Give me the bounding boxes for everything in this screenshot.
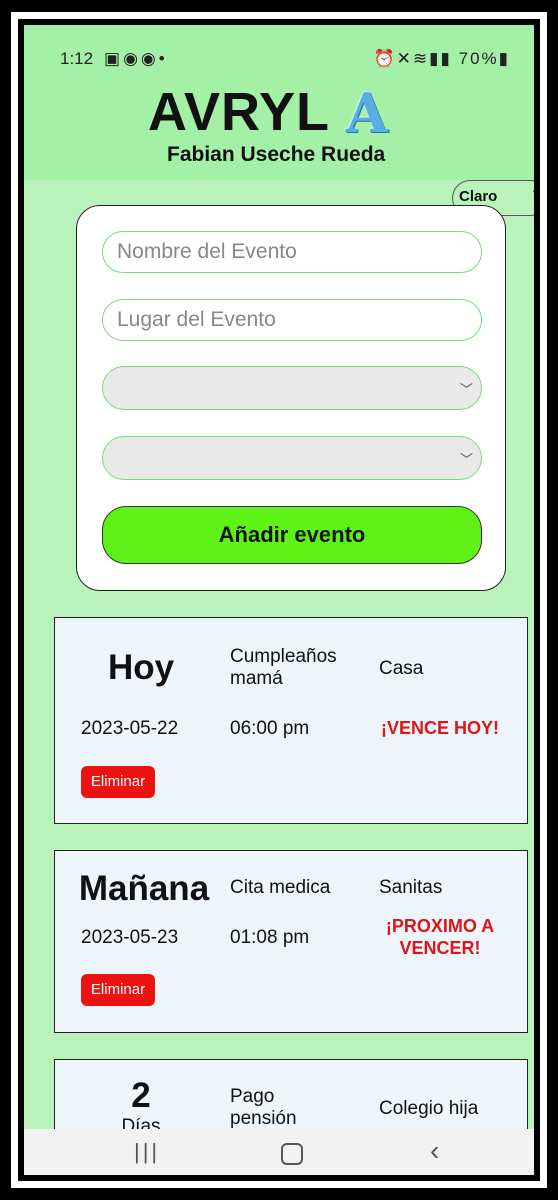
alarm-icon: ⏰ <box>373 49 397 68</box>
delete-button[interactable]: Eliminar <box>81 766 155 798</box>
event-date: 2023-05-23 <box>81 927 179 948</box>
system-nav-bar: ||| ‹ <box>24 1129 534 1175</box>
event-name: Cita medica <box>230 877 331 898</box>
delete-button[interactable]: Eliminar <box>81 974 155 1006</box>
event-name: Pago pensión <box>230 1086 297 1129</box>
status-time: 1:12 <box>60 49 94 68</box>
logo-icon: A <box>346 81 388 145</box>
event-time-select[interactable]: ﹀ <box>102 436 482 480</box>
event-place: Sanitas <box>379 877 443 898</box>
back-icon[interactable]: ‹ <box>430 1135 439 1167</box>
author-name: Fabian Useche Rueda <box>167 143 386 166</box>
battery-level: 70% <box>458 49 499 68</box>
event-day: Mañana <box>78 869 210 908</box>
wifi-icon: ≋ <box>412 49 430 68</box>
event-time: 01:08 pm <box>230 927 310 948</box>
event-name: Cumpleaños mamá <box>230 646 337 689</box>
event-place-input[interactable] <box>102 299 482 341</box>
chrome-icon: ◉ <box>123 49 141 68</box>
event-date-select[interactable]: ﹀ <box>102 366 482 410</box>
recent-apps-icon[interactable]: ||| <box>134 1139 160 1165</box>
dot-icon: • <box>158 49 168 68</box>
chevron-down-icon: ﹀ <box>459 382 473 397</box>
system-icons: ⏰✕≋▮▮ 70%▮ <box>373 49 510 69</box>
event-status: ¡VENCE HOY! <box>380 718 499 738</box>
app-screen: 1:12 ▣◉◉• ⏰✕≋▮▮ 70%▮ AVRYL A Fabian Usec… <box>24 25 534 1175</box>
chevron-down-icon: ﹀ <box>459 452 473 467</box>
home-icon[interactable] <box>281 1143 303 1165</box>
event-place: Casa <box>379 658 424 679</box>
chrome-icon: ◉ <box>140 49 159 68</box>
theme-select-value: Claro <box>459 188 498 205</box>
event-card: Mañana Cita medica Sanitas 2023-05-23 01… <box>54 850 528 1033</box>
event-time: 06:00 pm <box>230 718 310 739</box>
event-status: ¡PROXIMO A VENCER! <box>385 916 495 958</box>
event-form: ﹀ ﹀ Añadir evento <box>76 205 506 591</box>
event-day: 2 <box>131 1076 151 1115</box>
event-date: 2023-05-22 <box>81 718 179 739</box>
add-event-button[interactable]: Añadir evento <box>102 506 482 564</box>
signal-icon: ▮ <box>440 49 452 68</box>
event-name-input[interactable] <box>102 231 482 273</box>
image-icon: ▣ <box>104 49 124 68</box>
chevron-down-icon: ﹀ <box>533 187 534 206</box>
event-place: Colegio hija <box>379 1098 479 1119</box>
event-day: Hoy <box>107 648 175 687</box>
header: 1:12 ▣◉◉• ⏰✕≋▮▮ 70%▮ AVRYL A Fabian Usec… <box>24 25 534 180</box>
battery-icon: ▮ <box>498 49 510 68</box>
notification-icons: ▣◉◉• <box>104 49 168 69</box>
app-title: AVRYL <box>148 82 331 142</box>
status-bar: 1:12 ▣◉◉• ⏰✕≋▮▮ 70%▮ <box>24 25 534 83</box>
mute-icon: ✕ <box>396 49 413 68</box>
signal-icon: ▮ <box>429 49 441 68</box>
event-card: Hoy Cumpleaños mamá Casa 2023-05-22 06:0… <box>54 617 528 824</box>
